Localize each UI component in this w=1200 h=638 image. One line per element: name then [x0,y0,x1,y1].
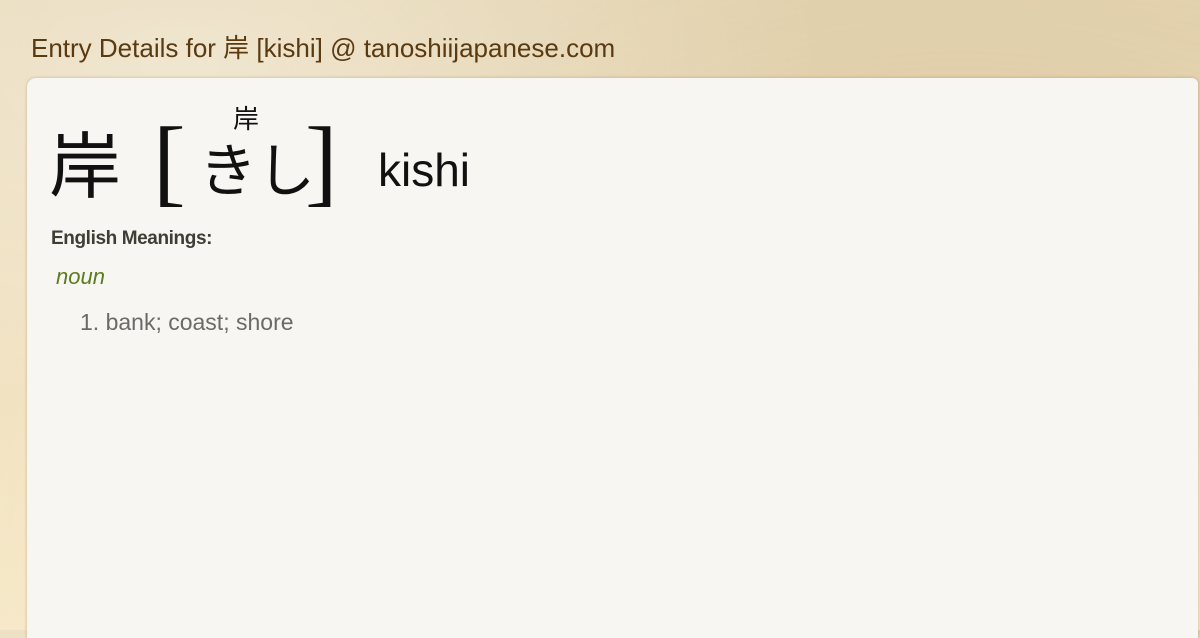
page-title: Entry Details for 岸 [kishi] @ tanoshiija… [31,33,616,63]
reading-bracket-close: ] [305,108,338,216]
furigana-kanji: 岸 [233,105,260,135]
part-of-speech-label: noun [56,264,105,289]
meaning-item: 1. bank; coast; shore [80,309,294,335]
meaning-list: 1. bank; coast; shore [80,308,294,336]
english-meanings-heading: English Meanings: [51,228,213,249]
entry-kana-reading: きし [199,137,316,205]
entry-romaji: kishi [378,144,471,196]
entry-card: 岸 [ 岸 きし ] kishi English Meanings: noun … [27,78,1198,638]
reading-bracket-open: [ [153,108,186,216]
entry-kanji: 岸 [49,125,122,209]
